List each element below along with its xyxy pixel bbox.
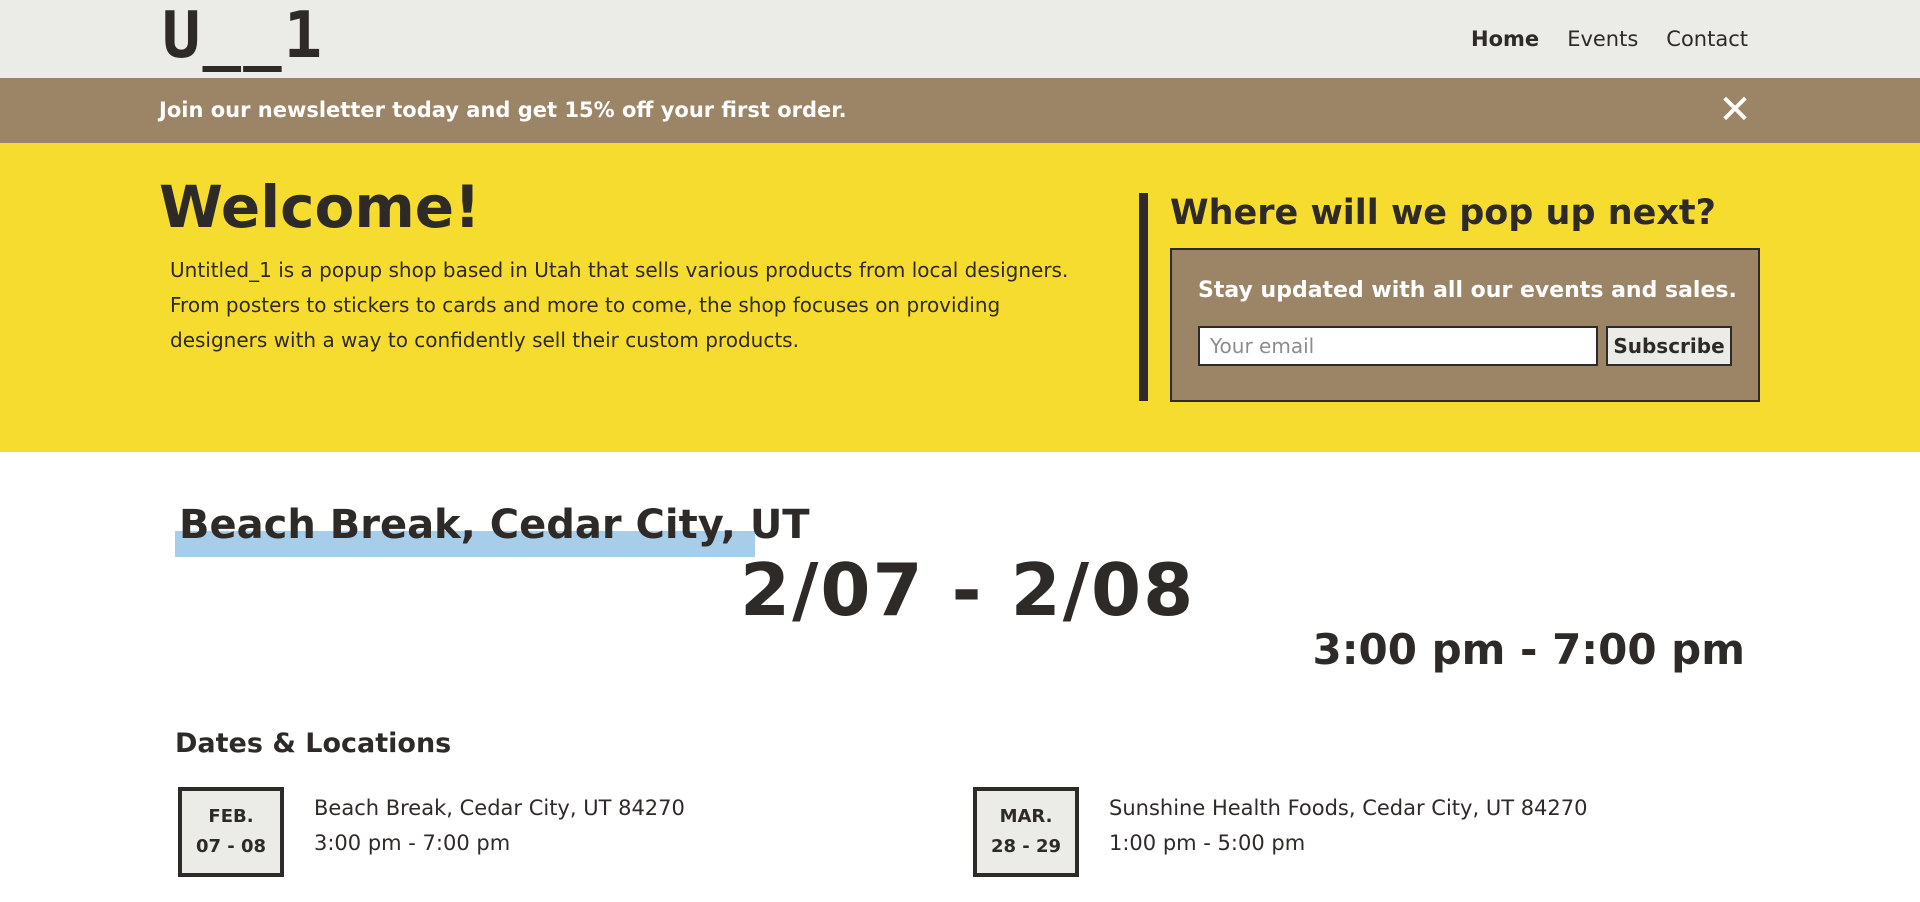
- intro-text: Untitled_1 is a popup shop based in Utah…: [170, 258, 1069, 352]
- featured-event-dates: 2/07 - 2/08: [740, 548, 1196, 632]
- location-info: Beach Break, Cedar City, UT 84270 3:00 p…: [314, 791, 685, 877]
- location-time: 3:00 pm - 7:00 pm: [314, 831, 511, 855]
- site-header: U__1 Home Events Contact: [0, 0, 1920, 78]
- nav-home-label: Home: [1471, 27, 1540, 51]
- list-item: MAR. 28 - 29 Sunshine Health Foods, Ceda…: [973, 787, 1588, 877]
- location-time: 1:00 pm - 5:00 pm: [1109, 831, 1306, 855]
- date-badge-month: FEB.: [208, 806, 254, 827]
- dates-locations-heading: Dates & Locations: [175, 728, 452, 759]
- nav-events-link[interactable]: Events: [1565, 26, 1641, 57]
- nav-contact-label: Contact: [1666, 27, 1748, 51]
- page-title: Welcome!: [159, 173, 481, 241]
- newsletter-signup-form: Stay updated with all our events and sal…: [1170, 248, 1760, 402]
- newsletter-banner: Join our newsletter today and get 15% of…: [0, 78, 1920, 143]
- location-address: Sunshine Health Foods, Cedar City, UT 84…: [1109, 796, 1588, 820]
- location-info: Sunshine Health Foods, Cedar City, UT 84…: [1109, 791, 1588, 877]
- vertical-divider: [1139, 193, 1148, 401]
- date-badge-month: MAR.: [999, 806, 1053, 827]
- nav-contact-link[interactable]: Contact: [1664, 26, 1750, 57]
- date-badge: FEB. 07 - 08: [178, 787, 284, 877]
- list-item: FEB. 07 - 08 Beach Break, Cedar City, UT…: [178, 787, 685, 877]
- close-icon[interactable]: ✕: [1715, 90, 1755, 130]
- location-address: Beach Break, Cedar City, UT 84270: [314, 796, 685, 820]
- email-input[interactable]: [1198, 326, 1598, 366]
- signup-text: Stay updated with all our events and sal…: [1198, 278, 1737, 303]
- featured-event-time: 3:00 pm - 7:00 pm: [1312, 625, 1745, 674]
- featured-event-location: Beach Break, Cedar City, UT: [179, 502, 810, 548]
- nav-events-label: Events: [1567, 27, 1639, 51]
- date-badge-days: 28 - 29: [990, 836, 1062, 857]
- hero-section: Welcome! Untitled_1 is a popup shop base…: [0, 143, 1920, 452]
- date-badge: MAR. 28 - 29: [973, 787, 1079, 877]
- date-badge-days: 07 - 08: [195, 836, 267, 857]
- popup-heading: Where will we pop up next?: [1170, 193, 1716, 233]
- main-nav: Home Events Contact: [1445, 26, 1750, 57]
- site-logo[interactable]: U__1: [162, 0, 324, 72]
- subscribe-button[interactable]: Subscribe: [1606, 326, 1732, 366]
- nav-home-link[interactable]: Home: [1469, 26, 1542, 57]
- banner-text: Join our newsletter today and get 15% of…: [159, 98, 847, 122]
